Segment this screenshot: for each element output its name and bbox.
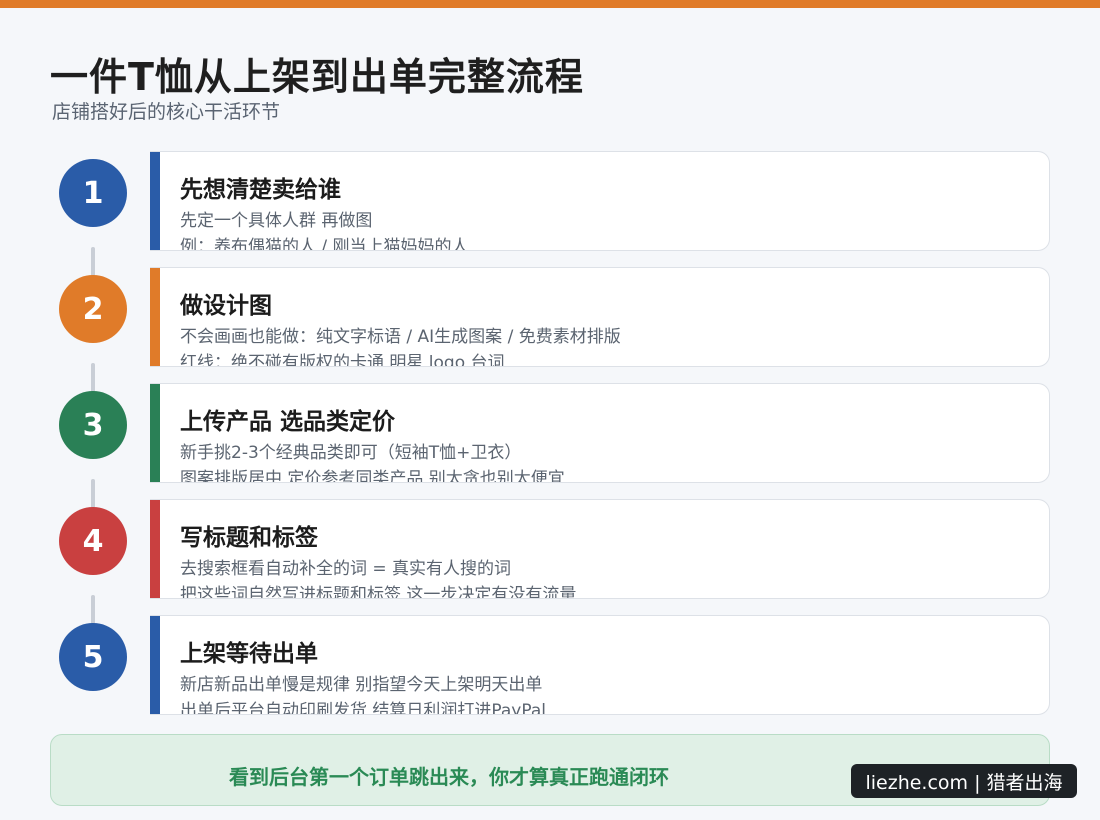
- step-title: 上架等待出单: [180, 641, 318, 667]
- step-number-circle: 1: [59, 159, 127, 227]
- step-card-accent: [150, 152, 160, 250]
- step-note: 例：养布偶猫的人 / 刚当上猫妈妈的人: [180, 237, 469, 251]
- step-card: 上架等待出单 新店新品出单慢是规律 别指望今天上架明天出单 出单后平台自动印刷发…: [150, 615, 1050, 715]
- step-note: 图案排版居中 定价参考同类产品 别太贪也别太便宜: [180, 469, 565, 483]
- step-card: 上传产品 选品类定价 新手挑2-3个经典品类即可（短袖T恤+卫衣） 图案排版居中…: [150, 383, 1050, 483]
- step-description: 不会画画也能做：纯文字标语 / AI生成图案 / 免费素材排版: [180, 327, 621, 347]
- step-card-accent: [150, 384, 160, 482]
- step-title: 写标题和标签: [180, 525, 318, 551]
- step-description: 新店新品出单慢是规律 别指望今天上架明天出单: [180, 675, 543, 695]
- step-note: 红线：绝不碰有版权的卡通 明星 logo 台词: [180, 353, 505, 367]
- step-description: 先定一个具体人群 再做图: [180, 211, 373, 231]
- step-number-circle: 2: [59, 275, 127, 343]
- step-card-accent: [150, 616, 160, 714]
- step-note: 把这些词自然写进标题和标签 这一步决定有没有流量: [180, 585, 577, 599]
- step-description: 去搜索框看自动补全的词 = 真实有人搜的词: [180, 559, 512, 579]
- step-card: 先想清楚卖给谁 先定一个具体人群 再做图 例：养布偶猫的人 / 刚当上猫妈妈的人: [150, 151, 1050, 251]
- step-card: 做设计图 不会画画也能做：纯文字标语 / AI生成图案 / 免费素材排版 红线：…: [150, 267, 1050, 367]
- page-subtitle: 店铺搭好后的核心干活环节: [52, 101, 281, 123]
- step-title: 做设计图: [180, 293, 272, 319]
- step-description: 新手挑2-3个经典品类即可（短袖T恤+卫衣）: [180, 443, 522, 463]
- page-title: 一件T恤从上架到出单完整流程: [50, 55, 584, 99]
- step-number-circle: 3: [59, 391, 127, 459]
- step-number-circle: 5: [59, 623, 127, 691]
- step-title: 上传产品 选品类定价: [180, 409, 396, 435]
- step-number-circle: 4: [59, 507, 127, 575]
- step-card-accent: [150, 500, 160, 598]
- watermark-badge: liezhe.com | 猎者出海: [851, 764, 1077, 798]
- step-card: 写标题和标签 去搜索框看自动补全的词 = 真实有人搜的词 把这些词自然写进标题和…: [150, 499, 1050, 599]
- footer-message: 看到后台第一个订单跳出来，你才算真正跑通闭环: [229, 765, 669, 789]
- step-card-accent: [150, 268, 160, 366]
- step-title: 先想清楚卖给谁: [180, 177, 341, 203]
- top-accent-bar: [0, 0, 1100, 8]
- step-note: 出单后平台自动印刷发货 结算日利润打进PayPal: [180, 701, 546, 715]
